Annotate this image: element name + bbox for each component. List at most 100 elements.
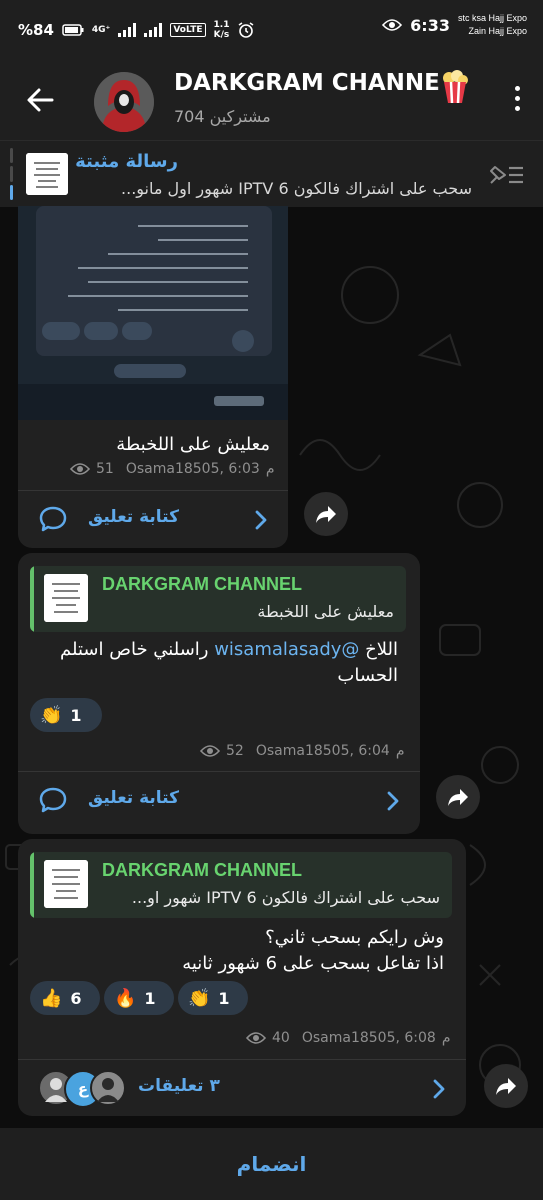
clap-emoji: 👏 (188, 987, 211, 1009)
reaction-thumbs-up[interactable]: 👍 6 (30, 981, 100, 1015)
share-button-2[interactable] (436, 775, 480, 819)
reply-author: DARKGRAM CHANNEL (102, 574, 302, 594)
chevron-right-icon (255, 510, 267, 530)
reply-snippet: معليش على اللخبطة (257, 602, 394, 621)
more-options-icon[interactable] (513, 86, 521, 116)
share-button-1[interactable] (304, 492, 348, 536)
carrier-1: stc ksa Hajj Expo (457, 13, 527, 23)
views-eye-icon (200, 745, 220, 757)
message-bubble-3[interactable]: DARKGRAM CHANNEL سحب على اشتراك فالكون 6… (18, 839, 466, 1116)
reply-preview[interactable]: DARKGRAM CHANNEL سحب على اشتراك فالكون 6… (30, 852, 452, 918)
thumbs-up-emoji: 👍 (40, 987, 63, 1009)
pin-segment (10, 148, 13, 164)
pinned-text: سحب على اشتراك فالكون 6 IPTV شهور اول ما… (121, 179, 472, 198)
chevron-right-icon (387, 791, 399, 811)
reply-thumbnail (44, 574, 88, 622)
network-type: 4G⁺ (91, 25, 111, 35)
message-meta: 40 Osama18505, 6:08 م (246, 1030, 450, 1046)
time-suffix: م (265, 461, 275, 477)
author-time: Osama18505, 6:08 (301, 1030, 436, 1046)
message-text: اللاخ @wisamalasady راسلني خاص استلم الح… (38, 637, 398, 689)
reaction-count: 1 (70, 705, 82, 725)
speed-unit: K/s (213, 30, 230, 40)
network-speed: 1.1 K/s (214, 20, 230, 40)
message-text: وش رايكم بسحب ثاني؟ اذا تفاعل بسحب على 6… (44, 925, 444, 977)
pinned-message-bar[interactable]: رسالة مثبتة سحب على اشتراك فالكون 6 IPTV… (0, 140, 543, 207)
views-count: 40 (272, 1030, 290, 1046)
commenter-avatars: ع (38, 1070, 128, 1108)
views-count: 52 (226, 743, 244, 759)
channel-title[interactable]: DARKGRAM CHANNE (174, 70, 474, 96)
channel-header: DARKGRAM CHANNE 704 مشتركين (0, 58, 543, 140)
share-button-3[interactable] (484, 1064, 528, 1108)
pin-segment (10, 166, 13, 182)
leave-comment-row[interactable]: كتابة تعليق (18, 491, 288, 547)
dot (514, 106, 520, 111)
reply-snippet: سحب على اشتراك فالكون 6 IPTV شهور او... (131, 888, 440, 907)
signal-icon-2 (144, 23, 163, 37)
battery-level: %84 (18, 21, 54, 39)
chevron-right-icon (433, 1079, 445, 1099)
views-eye-icon (70, 463, 90, 475)
leave-comment-label: كتابة تعليق (88, 507, 180, 527)
reaction-fire[interactable]: 🔥 1 (104, 981, 174, 1015)
status-right: 6:33 stc ksa Hajj Expo Zain Hajj Expo (382, 12, 527, 38)
battery-icon (62, 24, 84, 36)
views-eye-icon (246, 1032, 266, 1044)
reply-author: DARKGRAM CHANNEL (102, 860, 302, 880)
status-left: %84 4G⁺ VoLTE 1.1 K/s (18, 20, 255, 40)
reaction-clap[interactable]: 👏 1 (178, 981, 248, 1015)
commenter-avatar-3 (90, 1070, 126, 1106)
pinned-title: رسالة مثبتة (75, 151, 178, 172)
alarm-icon (239, 22, 254, 38)
popcorn-icon (443, 70, 468, 104)
author-time: Osama18505, 6:03 (125, 461, 260, 477)
subscriber-count: 704 مشتركين (174, 107, 271, 126)
eye-icon (382, 19, 403, 31)
reply-thumbnail (44, 860, 88, 908)
author-time: Osama18505, 6:04 (255, 743, 390, 759)
comment-bubble-icon (39, 787, 67, 813)
reaction-clap[interactable]: 👏 1 (30, 698, 102, 732)
message-photo[interactable] (18, 206, 288, 420)
speed-value: 1.1 (213, 20, 230, 30)
time-suffix: م (395, 743, 405, 759)
clap-emoji: 👏 (40, 704, 63, 726)
reaction-count: 6 (70, 988, 82, 1008)
channel-title-text: DARKGRAM CHANNE (174, 70, 440, 96)
reply-preview[interactable]: DARKGRAM CHANNEL معليش على اللخبطة (30, 566, 406, 632)
carrier-info: stc ksa Hajj Expo Zain Hajj Expo (458, 12, 527, 38)
pinned-list-icon[interactable] (487, 163, 525, 187)
reaction-count: 1 (144, 988, 156, 1008)
avatar-image (94, 72, 154, 132)
carrier-2: Zain Hajj Expo (468, 26, 527, 36)
share-arrow-icon (448, 789, 468, 806)
message-bubble-2[interactable]: DARKGRAM CHANNEL معليش على اللخبطة اللاخ… (18, 553, 420, 834)
share-arrow-icon (496, 1078, 516, 1095)
back-arrow-icon[interactable] (22, 82, 58, 118)
dot (514, 86, 520, 91)
message-caption: معليش على اللخبطة (116, 434, 270, 455)
text-prefix: اللاخ (359, 639, 398, 660)
leave-comment-label: كتابة تعليق (88, 788, 180, 808)
comments-count-label: ٣ تعليقات (138, 1076, 220, 1096)
status-bar: %84 4G⁺ VoLTE 1.1 K/s 6:33 stc ksa Hajj E… (0, 0, 543, 58)
channel-avatar[interactable] (94, 72, 154, 132)
bottom-bar: انضمام (0, 1128, 543, 1200)
share-arrow-icon (316, 506, 336, 523)
signal-icon (118, 23, 137, 37)
views-count: 51 (96, 461, 114, 477)
join-channel-button[interactable]: انضمام (0, 1128, 543, 1200)
message-meta: 51 Osama18505, 6:03 م (70, 461, 274, 477)
message-line-1: وش رايكم بسحب ثاني؟ (265, 927, 444, 948)
leave-comment-row[interactable]: كتابة تعليق (18, 772, 420, 828)
volte-badge: VoLTE (170, 23, 206, 37)
reaction-count: 1 (218, 988, 230, 1008)
mention-link[interactable]: @wisamalasady (214, 639, 359, 660)
comments-row[interactable]: ع ٣ تعليقات (18, 1060, 466, 1116)
message-line-2: اذا تفاعل بسحب على 6 شهور ثانيه (182, 953, 444, 974)
message-meta: 52 Osama18505, 6:04 م (200, 743, 404, 759)
fire-emoji: 🔥 (114, 987, 137, 1009)
message-bubble-1[interactable]: معليش على اللخبطة 51 Osama18505, 6:03 م … (18, 206, 288, 548)
dot (514, 96, 520, 101)
